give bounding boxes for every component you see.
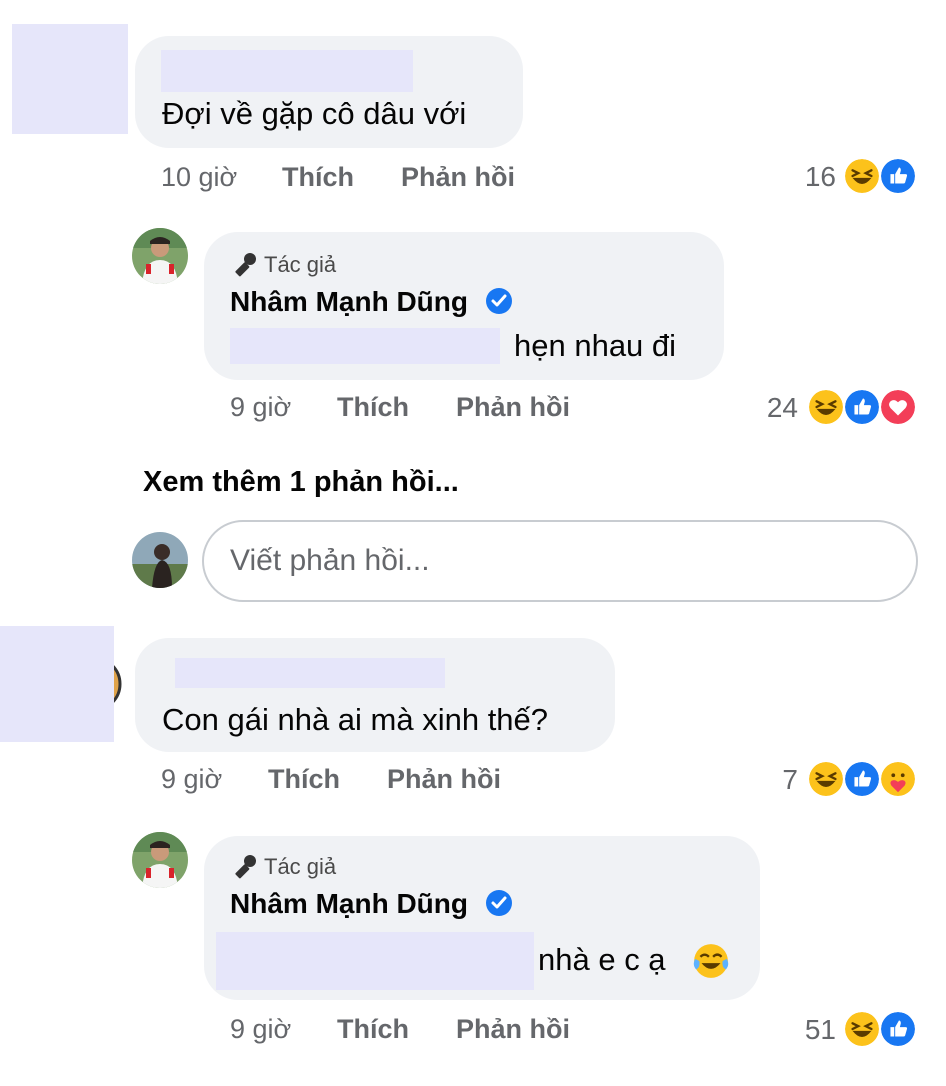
like-reaction-icon[interactable] bbox=[879, 157, 917, 195]
haha-reaction-icon[interactable] bbox=[843, 157, 881, 195]
haha-reaction-icon[interactable] bbox=[843, 1010, 881, 1048]
reply-button[interactable]: Phản hồi bbox=[456, 392, 570, 423]
reply-bubble: Tác giả Nhâm Mạnh Dũng hẹn nhau đi bbox=[204, 232, 724, 380]
commenter-name[interactable]: Nhâm Mạnh Dũng bbox=[230, 286, 512, 318]
love-reaction-icon[interactable] bbox=[879, 388, 917, 426]
author-badge-label: Tác giả bbox=[264, 252, 337, 277]
like-button[interactable]: Thích bbox=[282, 162, 354, 193]
comment-text: hẹn nhau đi bbox=[514, 328, 677, 363]
redacted-avatar bbox=[0, 626, 114, 742]
reply-bubble: Tác giả Nhâm Mạnh Dũng nhà e c ạ bbox=[204, 836, 760, 1000]
like-reaction-icon[interactable] bbox=[843, 388, 881, 426]
author-badge: Tác giả bbox=[230, 854, 336, 880]
like-reaction-icon[interactable] bbox=[879, 1010, 917, 1048]
commenter-name-text: Nhâm Mạnh Dũng bbox=[230, 286, 468, 317]
reaction-count[interactable]: 7 bbox=[760, 764, 798, 796]
comment-time[interactable]: 9 giờ bbox=[230, 1014, 291, 1045]
comment-text: nhà e c ạ bbox=[538, 942, 666, 977]
comment-time[interactable]: 9 giờ bbox=[161, 764, 222, 795]
comment-time[interactable]: 9 giờ bbox=[230, 392, 291, 423]
author-badge-label: Tác giả bbox=[264, 854, 337, 879]
author-avatar[interactable] bbox=[132, 228, 188, 284]
comment-bubble: Con gái nhà ai mà xinh thế? bbox=[135, 638, 615, 752]
reply-input-placeholder: Viết phản hồi... bbox=[230, 544, 430, 577]
author-avatar-image bbox=[132, 832, 188, 888]
reply-input[interactable]: Viết phản hồi... bbox=[202, 520, 918, 602]
microphone-icon bbox=[235, 253, 256, 277]
like-button[interactable]: Thích bbox=[337, 392, 409, 423]
microphone-icon bbox=[235, 855, 256, 879]
comment-time[interactable]: 10 giờ bbox=[161, 162, 237, 193]
like-button[interactable]: Thích bbox=[337, 1014, 409, 1045]
redacted-avatar bbox=[12, 24, 128, 134]
reply-button[interactable]: Phản hồi bbox=[401, 162, 515, 193]
author-avatar[interactable] bbox=[132, 832, 188, 888]
reaction-count[interactable]: 51 bbox=[780, 1014, 836, 1046]
haha-reaction-icon[interactable] bbox=[807, 388, 845, 426]
see-more-replies-link[interactable]: Xem thêm 1 phản hồi... bbox=[143, 466, 459, 499]
commenter-name-text: Nhâm Mạnh Dũng bbox=[230, 888, 468, 919]
like-button[interactable]: Thích bbox=[268, 764, 340, 795]
author-avatar-image bbox=[132, 228, 188, 284]
reply-button[interactable]: Phản hồi bbox=[387, 764, 501, 795]
like-reaction-icon[interactable] bbox=[843, 760, 881, 798]
reaction-count[interactable]: 16 bbox=[780, 161, 836, 193]
current-user-avatar bbox=[132, 532, 188, 588]
reply-button[interactable]: Phản hồi bbox=[456, 1014, 570, 1045]
tears-of-joy-emoji-icon bbox=[693, 944, 729, 978]
current-user-avatar-image bbox=[132, 532, 188, 588]
commenter-name[interactable]: Nhâm Mạnh Dũng bbox=[230, 888, 512, 920]
redacted-commenter-name bbox=[161, 50, 413, 92]
comment-bubble: Đợi về gặp cô dâu với bbox=[135, 36, 523, 148]
verified-badge-icon bbox=[485, 889, 512, 916]
verified-badge-icon bbox=[485, 287, 512, 314]
redacted-commenter-name bbox=[175, 658, 445, 688]
haha-reaction-icon[interactable] bbox=[807, 760, 845, 798]
author-badge: Tác giả bbox=[230, 252, 336, 278]
redacted-mention bbox=[230, 328, 500, 364]
comment-text: Con gái nhà ai mà xinh thế? bbox=[162, 702, 549, 737]
redacted-mention bbox=[216, 932, 534, 990]
reaction-count[interactable]: 24 bbox=[742, 392, 798, 424]
care-reaction-icon[interactable] bbox=[879, 760, 917, 798]
comment-text: Đợi về gặp cô dâu với bbox=[162, 96, 467, 131]
